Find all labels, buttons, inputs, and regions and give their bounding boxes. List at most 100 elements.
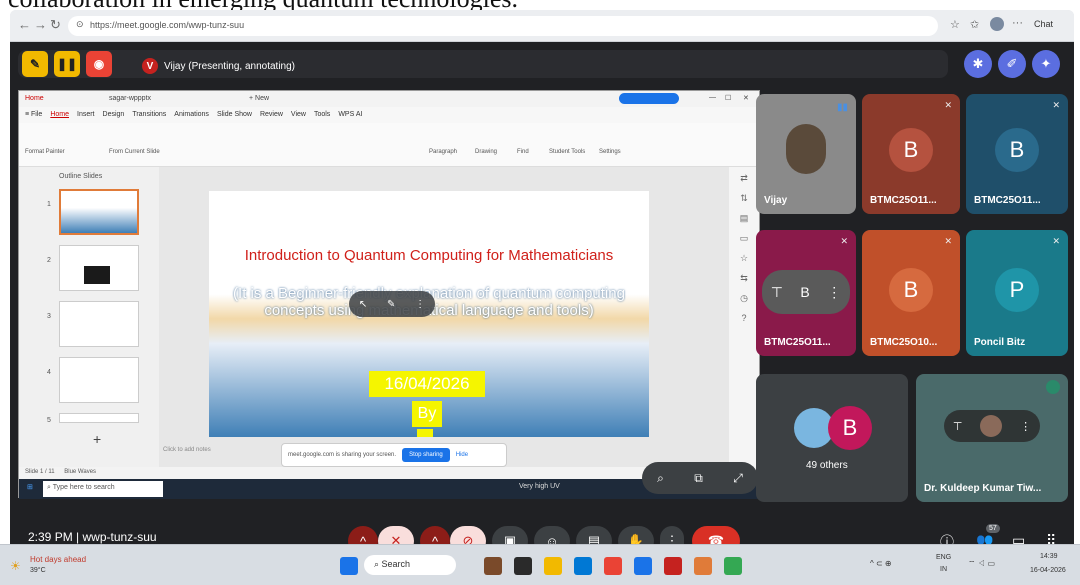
tray-icons[interactable]: ^ ⊂ ⊕: [870, 559, 892, 568]
theme-name: Blue Waves: [64, 469, 97, 475]
participant-tile-kuldeep[interactable]: ⊤ ⋮ Dr. Kuldeep Kumar Tiw...: [916, 374, 1068, 502]
menu-insert[interactable]: Insert: [77, 111, 95, 119]
weather-title[interactable]: Hot days ahead: [30, 555, 86, 564]
back-icon[interactable]: ←: [18, 17, 31, 32]
language-indicator[interactable]: ENG: [936, 554, 951, 561]
participant-tile-vijay[interactable]: ▮▮ Vijay: [756, 94, 856, 214]
annotate-pen-icon[interactable]: ✐: [998, 50, 1026, 78]
menu-animations[interactable]: Animations: [174, 111, 209, 119]
taskbar-search[interactable]: ⌕ Search: [364, 555, 456, 575]
tile-options-overlay[interactable]: ⊤ ⋮: [944, 410, 1040, 442]
more-options-icon[interactable]: ⋮: [827, 284, 841, 301]
side-tool-icon[interactable]: ▤: [740, 213, 749, 224]
app-icon[interactable]: [484, 557, 502, 575]
zoom-icon[interactable]: ⌕: [657, 471, 664, 486]
find-button[interactable]: Find: [517, 149, 529, 155]
chrome-icon[interactable]: [604, 557, 622, 575]
stop-sharing-button[interactable]: Stop sharing: [402, 448, 450, 462]
add-slide-icon[interactable]: +: [93, 431, 101, 447]
participant-tile[interactable]: ✕ B BTMC25O10...: [862, 230, 960, 356]
sparkle-icon[interactable]: ✦: [1032, 50, 1060, 78]
chat-button[interactable]: Chat: [1034, 19, 1053, 29]
fullscreen-icon[interactable]: ⤢: [733, 471, 743, 486]
student-tools-button[interactable]: Student Tools: [549, 149, 585, 155]
pause-icon[interactable]: ❚❚: [54, 51, 80, 77]
settings-button[interactable]: Settings: [599, 149, 621, 155]
app-icon[interactable]: [694, 557, 712, 575]
side-tool-icon[interactable]: ▭: [740, 233, 749, 244]
clock-time[interactable]: 14:39: [1040, 553, 1058, 560]
outline-slides-tabs[interactable]: Outline Slides: [59, 173, 102, 180]
close-icon[interactable]: ✕: [743, 94, 749, 102]
pop-out-icon[interactable]: ⧉: [694, 471, 703, 486]
side-tool-icon[interactable]: ?: [741, 313, 746, 323]
maximize-icon[interactable]: ☐: [725, 94, 731, 102]
format-painter-button[interactable]: Format Painter: [25, 149, 65, 155]
pen-icon[interactable]: ✎: [387, 299, 395, 310]
pin-icon[interactable]: ⊤: [771, 284, 783, 301]
side-tool-icon[interactable]: ☆: [740, 253, 748, 264]
app-icon[interactable]: [514, 557, 532, 575]
participant-tile[interactable]: ✕ P Poncil Bitz: [966, 230, 1068, 356]
ppt-home-tab[interactable]: Home: [25, 95, 44, 102]
others-tile[interactable]: B 49 others: [756, 374, 908, 502]
minimize-icon[interactable]: —: [709, 94, 716, 101]
slide-thumbnail-5[interactable]: [59, 413, 139, 423]
app-icon[interactable]: [664, 557, 682, 575]
tile-options-overlay[interactable]: ⊤ B ⋮: [762, 270, 850, 314]
more-options-icon[interactable]: ⋮: [415, 299, 425, 310]
current-slide[interactable]: Introduction to Quantum Computing for Ma…: [209, 191, 649, 437]
app-icon[interactable]: [724, 557, 742, 575]
side-tool-icon[interactable]: ⇅: [740, 193, 748, 204]
star-icon[interactable]: ☆: [950, 18, 960, 31]
translate-icon[interactable]: ✱: [964, 50, 992, 78]
menu-transitions[interactable]: Transitions: [132, 111, 166, 119]
slide-number: 3: [47, 313, 51, 320]
pin-icon[interactable]: ⊤: [953, 420, 963, 433]
menu-review[interactable]: Review: [260, 111, 283, 119]
ppt-new-tab[interactable]: + New: [249, 95, 269, 102]
side-tool-icon[interactable]: ⇄: [740, 173, 748, 184]
menu-home[interactable]: Home: [50, 111, 69, 119]
menu-design[interactable]: Design: [103, 111, 125, 119]
reload-icon[interactable]: ↻: [50, 17, 61, 33]
participant-tile[interactable]: ✕ B BTMC25O11...: [966, 94, 1068, 214]
windows-start-icon[interactable]: ⊞: [27, 483, 33, 491]
more-icon[interactable]: ···: [1012, 17, 1023, 29]
menu-slideshow[interactable]: Slide Show: [217, 111, 252, 119]
side-tool-icon[interactable]: ◷: [740, 293, 748, 304]
participant-tile[interactable]: ✕ B BTMC25O11...: [862, 94, 960, 214]
menu-wps-ai[interactable]: WPS AI: [338, 111, 362, 119]
app-icon[interactable]: [634, 557, 652, 575]
whiteboard-icon[interactable]: ✎: [22, 51, 48, 77]
from-current-slide-button[interactable]: From Current Slide: [109, 149, 160, 155]
slide-thumbnail-1[interactable]: [59, 189, 139, 235]
menu-view[interactable]: View: [291, 111, 306, 119]
slide-thumbnail-3[interactable]: [59, 301, 139, 347]
menu-tools[interactable]: Tools: [314, 111, 330, 119]
network-volume-icons[interactable]: ⌔ ◁ ▭: [968, 559, 995, 569]
ppt-file-tab[interactable]: sagar-wppptx: [109, 95, 151, 102]
edge-icon[interactable]: [574, 557, 592, 575]
favorites-icon[interactable]: ✩: [970, 18, 979, 31]
windows-start-icon[interactable]: [340, 557, 358, 575]
more-options-icon[interactable]: ⋮: [1020, 420, 1031, 433]
pointer-icon[interactable]: ↖: [359, 299, 367, 310]
slide-thumbnail-2[interactable]: [59, 245, 139, 291]
record-icon[interactable]: ◉: [86, 51, 112, 77]
menu-file[interactable]: ≡ File: [25, 111, 42, 119]
profile-avatar[interactable]: [990, 17, 1004, 31]
address-bar[interactable]: ⊙ https://meet.google.com/wwp-tunz-suu: [68, 16, 938, 36]
participant-tile[interactable]: ✕ ⊤ B ⋮ BTMC25O11...: [756, 230, 856, 356]
hide-button[interactable]: Hide: [456, 452, 468, 458]
ppt-upgrade-button[interactable]: [619, 93, 679, 104]
weather-icon[interactable]: ☀: [10, 559, 21, 573]
drawing-button[interactable]: Drawing: [475, 149, 497, 155]
slide-thumbnail-4[interactable]: [59, 357, 139, 403]
side-tool-icon[interactable]: ⇆: [740, 273, 748, 284]
file-explorer-icon[interactable]: [544, 557, 562, 575]
windows-search-box[interactable]: ⌕ Type here to search: [43, 481, 163, 497]
notes-placeholder[interactable]: Click to add notes: [163, 447, 211, 453]
paragraph-button[interactable]: Paragraph: [429, 149, 457, 155]
forward-icon[interactable]: →: [34, 17, 47, 32]
